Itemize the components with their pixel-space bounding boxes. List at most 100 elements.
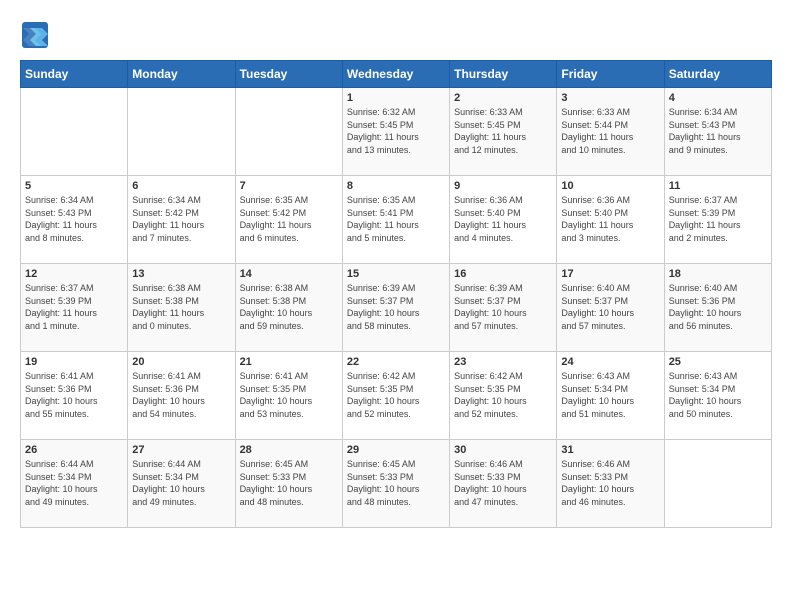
calendar-cell xyxy=(664,440,771,528)
day-number: 2 xyxy=(454,92,552,104)
header-day-tuesday: Tuesday xyxy=(235,61,342,88)
header-day-friday: Friday xyxy=(557,61,664,88)
day-number: 24 xyxy=(561,356,659,368)
calendar-cell: 20 Sunrise: 6:41 AM Sunset: 5:36 PM Dayli… xyxy=(128,352,235,440)
day-info: Sunrise: 6:32 AM Sunset: 5:45 PM Dayligh… xyxy=(347,106,445,156)
day-info: Sunrise: 6:40 AM Sunset: 5:36 PM Dayligh… xyxy=(669,282,767,332)
day-info: Sunrise: 6:37 AM Sunset: 5:39 PM Dayligh… xyxy=(669,194,767,244)
calendar-cell: 18 Sunrise: 6:40 AM Sunset: 5:36 PM Dayli… xyxy=(664,264,771,352)
week-row-2: 12 Sunrise: 6:37 AM Sunset: 5:39 PM Dayli… xyxy=(21,264,772,352)
calendar-cell: 14 Sunrise: 6:38 AM Sunset: 5:38 PM Dayli… xyxy=(235,264,342,352)
calendar-cell: 4 Sunrise: 6:34 AM Sunset: 5:43 PM Daylig… xyxy=(664,88,771,176)
day-number: 27 xyxy=(132,444,230,456)
header-day-monday: Monday xyxy=(128,61,235,88)
calendar-cell: 8 Sunrise: 6:35 AM Sunset: 5:41 PM Daylig… xyxy=(342,176,449,264)
day-number: 10 xyxy=(561,180,659,192)
day-number: 8 xyxy=(347,180,445,192)
day-number: 30 xyxy=(454,444,552,456)
day-info: Sunrise: 6:34 AM Sunset: 5:43 PM Dayligh… xyxy=(25,194,123,244)
week-row-1: 5 Sunrise: 6:34 AM Sunset: 5:43 PM Daylig… xyxy=(21,176,772,264)
day-info: Sunrise: 6:35 AM Sunset: 5:41 PM Dayligh… xyxy=(347,194,445,244)
calendar-cell: 24 Sunrise: 6:43 AM Sunset: 5:34 PM Dayli… xyxy=(557,352,664,440)
day-number: 3 xyxy=(561,92,659,104)
calendar-cell: 12 Sunrise: 6:37 AM Sunset: 5:39 PM Dayli… xyxy=(21,264,128,352)
day-number: 14 xyxy=(240,268,338,280)
header-day-saturday: Saturday xyxy=(664,61,771,88)
calendar-cell: 15Sunrise: 6:39 AM Sunset: 5:37 PM Dayli… xyxy=(342,264,449,352)
calendar-body: 1Sunrise: 6:32 AM Sunset: 5:45 PM Daylig… xyxy=(21,88,772,528)
header-day-sunday: Sunday xyxy=(21,61,128,88)
day-number: 11 xyxy=(669,180,767,192)
header-row: SundayMondayTuesdayWednesdayThursdayFrid… xyxy=(21,61,772,88)
calendar-cell: 17 Sunrise: 6:40 AM Sunset: 5:37 PM Dayli… xyxy=(557,264,664,352)
day-number: 22 xyxy=(347,356,445,368)
header xyxy=(20,20,772,50)
calendar-cell: 5 Sunrise: 6:34 AM Sunset: 5:43 PM Daylig… xyxy=(21,176,128,264)
day-number: 16 xyxy=(454,268,552,280)
day-info: Sunrise: 6:40 AM Sunset: 5:37 PM Dayligh… xyxy=(561,282,659,332)
day-info: Sunrise: 6:36 AM Sunset: 5:40 PM Dayligh… xyxy=(454,194,552,244)
day-number: 6 xyxy=(132,180,230,192)
day-info: Sunrise: 6:37 AM Sunset: 5:39 PM Dayligh… xyxy=(25,282,123,332)
day-info: Sunrise: 6:34 AM Sunset: 5:43 PM Dayligh… xyxy=(669,106,767,156)
day-info: Sunrise: 6:44 AM Sunset: 5:34 PM Dayligh… xyxy=(132,458,230,508)
day-number: 5 xyxy=(25,180,123,192)
day-info: Sunrise: 6:34 AM Sunset: 5:42 PM Dayligh… xyxy=(132,194,230,244)
calendar-cell xyxy=(128,88,235,176)
day-info: Sunrise: 6:41 AM Sunset: 5:35 PM Dayligh… xyxy=(240,370,338,420)
calendar-cell: 10 Sunrise: 6:36 AM Sunset: 5:40 PM Dayli… xyxy=(557,176,664,264)
day-info: Sunrise: 6:42 AM Sunset: 5:35 PM Dayligh… xyxy=(347,370,445,420)
calendar-cell: 26Sunrise: 6:44 AM Sunset: 5:34 PM Dayli… xyxy=(21,440,128,528)
day-number: 20 xyxy=(132,356,230,368)
day-info: Sunrise: 6:36 AM Sunset: 5:40 PM Dayligh… xyxy=(561,194,659,244)
day-number: 18 xyxy=(669,268,767,280)
calendar-cell: 11 Sunrise: 6:37 AM Sunset: 5:39 PM Dayli… xyxy=(664,176,771,264)
day-info: Sunrise: 6:33 AM Sunset: 5:45 PM Dayligh… xyxy=(454,106,552,156)
calendar-cell: 22 Sunrise: 6:42 AM Sunset: 5:35 PM Dayli… xyxy=(342,352,449,440)
day-number: 7 xyxy=(240,180,338,192)
day-info: Sunrise: 6:41 AM Sunset: 5:36 PM Dayligh… xyxy=(25,370,123,420)
day-number: 12 xyxy=(25,268,123,280)
day-number: 29 xyxy=(347,444,445,456)
calendar-cell: 30Sunrise: 6:46 AM Sunset: 5:33 PM Dayli… xyxy=(450,440,557,528)
calendar-cell: 7Sunrise: 6:35 AM Sunset: 5:42 PM Daylig… xyxy=(235,176,342,264)
calendar-cell: 29 Sunrise: 6:45 AM Sunset: 5:33 PM Dayli… xyxy=(342,440,449,528)
calendar-cell: 2 Sunrise: 6:33 AM Sunset: 5:45 PM Daylig… xyxy=(450,88,557,176)
day-info: Sunrise: 6:39 AM Sunset: 5:37 PM Dayligh… xyxy=(347,282,445,332)
day-number: 17 xyxy=(561,268,659,280)
calendar-cell: 27 Sunrise: 6:44 AM Sunset: 5:34 PM Dayli… xyxy=(128,440,235,528)
day-info: Sunrise: 6:42 AM Sunset: 5:35 PM Dayligh… xyxy=(454,370,552,420)
logo xyxy=(20,20,54,50)
calendar-cell: 1Sunrise: 6:32 AM Sunset: 5:45 PM Daylig… xyxy=(342,88,449,176)
day-info: Sunrise: 6:43 AM Sunset: 5:34 PM Dayligh… xyxy=(669,370,767,420)
day-number: 23 xyxy=(454,356,552,368)
calendar-cell: 28Sunrise: 6:45 AM Sunset: 5:33 PM Dayli… xyxy=(235,440,342,528)
calendar-cell: 6 Sunrise: 6:34 AM Sunset: 5:42 PM Daylig… xyxy=(128,176,235,264)
calendar-cell: 19 Sunrise: 6:41 AM Sunset: 5:36 PM Dayli… xyxy=(21,352,128,440)
day-info: Sunrise: 6:43 AM Sunset: 5:34 PM Dayligh… xyxy=(561,370,659,420)
day-info: Sunrise: 6:38 AM Sunset: 5:38 PM Dayligh… xyxy=(132,282,230,332)
week-row-0: 1Sunrise: 6:32 AM Sunset: 5:45 PM Daylig… xyxy=(21,88,772,176)
day-number: 4 xyxy=(669,92,767,104)
day-number: 28 xyxy=(240,444,338,456)
day-number: 25 xyxy=(669,356,767,368)
day-info: Sunrise: 6:33 AM Sunset: 5:44 PM Dayligh… xyxy=(561,106,659,156)
day-number: 19 xyxy=(25,356,123,368)
header-day-thursday: Thursday xyxy=(450,61,557,88)
calendar-cell: 21 Sunrise: 6:41 AM Sunset: 5:35 PM Dayli… xyxy=(235,352,342,440)
calendar-cell xyxy=(235,88,342,176)
day-info: Sunrise: 6:38 AM Sunset: 5:38 PM Dayligh… xyxy=(240,282,338,332)
calendar-cell: 9 Sunrise: 6:36 AM Sunset: 5:40 PM Daylig… xyxy=(450,176,557,264)
calendar-cell: 23 Sunrise: 6:42 AM Sunset: 5:35 PM Dayli… xyxy=(450,352,557,440)
calendar-header: SundayMondayTuesdayWednesdayThursdayFrid… xyxy=(21,61,772,88)
day-number: 31 xyxy=(561,444,659,456)
day-number: 9 xyxy=(454,180,552,192)
day-info: Sunrise: 6:45 AM Sunset: 5:33 PM Dayligh… xyxy=(347,458,445,508)
day-info: Sunrise: 6:39 AM Sunset: 5:37 PM Dayligh… xyxy=(454,282,552,332)
calendar-cell xyxy=(21,88,128,176)
day-info: Sunrise: 6:41 AM Sunset: 5:36 PM Dayligh… xyxy=(132,370,230,420)
calendar-cell: 3 Sunrise: 6:33 AM Sunset: 5:44 PM Daylig… xyxy=(557,88,664,176)
day-number: 21 xyxy=(240,356,338,368)
day-number: 13 xyxy=(132,268,230,280)
week-row-4: 26Sunrise: 6:44 AM Sunset: 5:34 PM Dayli… xyxy=(21,440,772,528)
